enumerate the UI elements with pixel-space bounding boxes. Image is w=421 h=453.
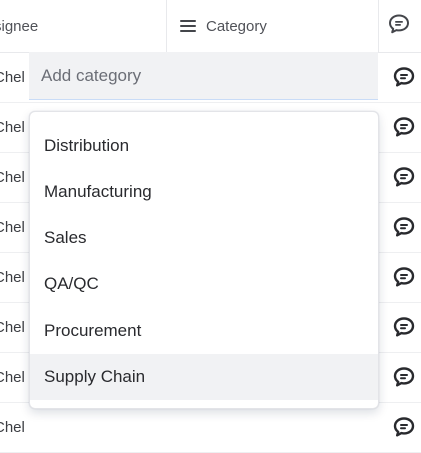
column-header-category-label: Category [206, 17, 267, 35]
category-option-highlighted[interactable]: Supply Chain [30, 354, 378, 400]
comment-icon[interactable] [392, 115, 416, 139]
table-row[interactable]: Chel [0, 402, 421, 453]
comment-icon[interactable] [392, 415, 416, 439]
comment-icon[interactable] [392, 365, 416, 389]
category-option[interactable]: Distribution [30, 123, 378, 169]
category-option-label: QA/QC [44, 274, 99, 293]
category-option-label: Distribution [44, 136, 130, 155]
column-header-assignee-label: signee [0, 17, 39, 35]
category-option[interactable]: Procurement [30, 308, 378, 354]
category-option[interactable]: Manufacturing [30, 169, 378, 215]
column-header-category[interactable]: Category [167, 0, 379, 52]
table-header: signee Category [0, 0, 421, 53]
comment-icon[interactable] [392, 165, 416, 189]
comment-icon[interactable] [392, 65, 416, 89]
assignee-name: Chel [0, 368, 24, 386]
category-option-label: Sales [44, 228, 87, 247]
category-option-label: Procurement [44, 321, 142, 340]
comment-icon[interactable] [392, 215, 416, 239]
comment-icon [387, 12, 411, 40]
assignee-name: Chel [0, 268, 24, 286]
menu-lines-icon [180, 19, 196, 33]
category-option-label: Manufacturing [44, 182, 152, 201]
assignee-name: Chel [0, 418, 24, 436]
category-option[interactable]: QA/QC [30, 261, 378, 307]
category-option-label: Supply Chain [44, 367, 146, 386]
category-dropdown: Distribution Manufacturing Sales QA/QC P… [29, 111, 379, 409]
category-option[interactable]: Sales [30, 215, 378, 261]
assignee-name: Chel [0, 218, 24, 236]
comment-icon[interactable] [392, 315, 416, 339]
category-input[interactable] [29, 64, 363, 87]
category-input-container[interactable] [29, 52, 378, 100]
assignee-name: Chel [0, 68, 24, 86]
column-header-assignee[interactable]: signee [0, 0, 167, 52]
assignee-name: Chel [0, 118, 24, 136]
assignee-name: Chel [0, 168, 24, 186]
comment-icon[interactable] [392, 265, 416, 289]
column-header-comments[interactable] [379, 0, 421, 52]
assignee-name: Chel [0, 318, 24, 336]
